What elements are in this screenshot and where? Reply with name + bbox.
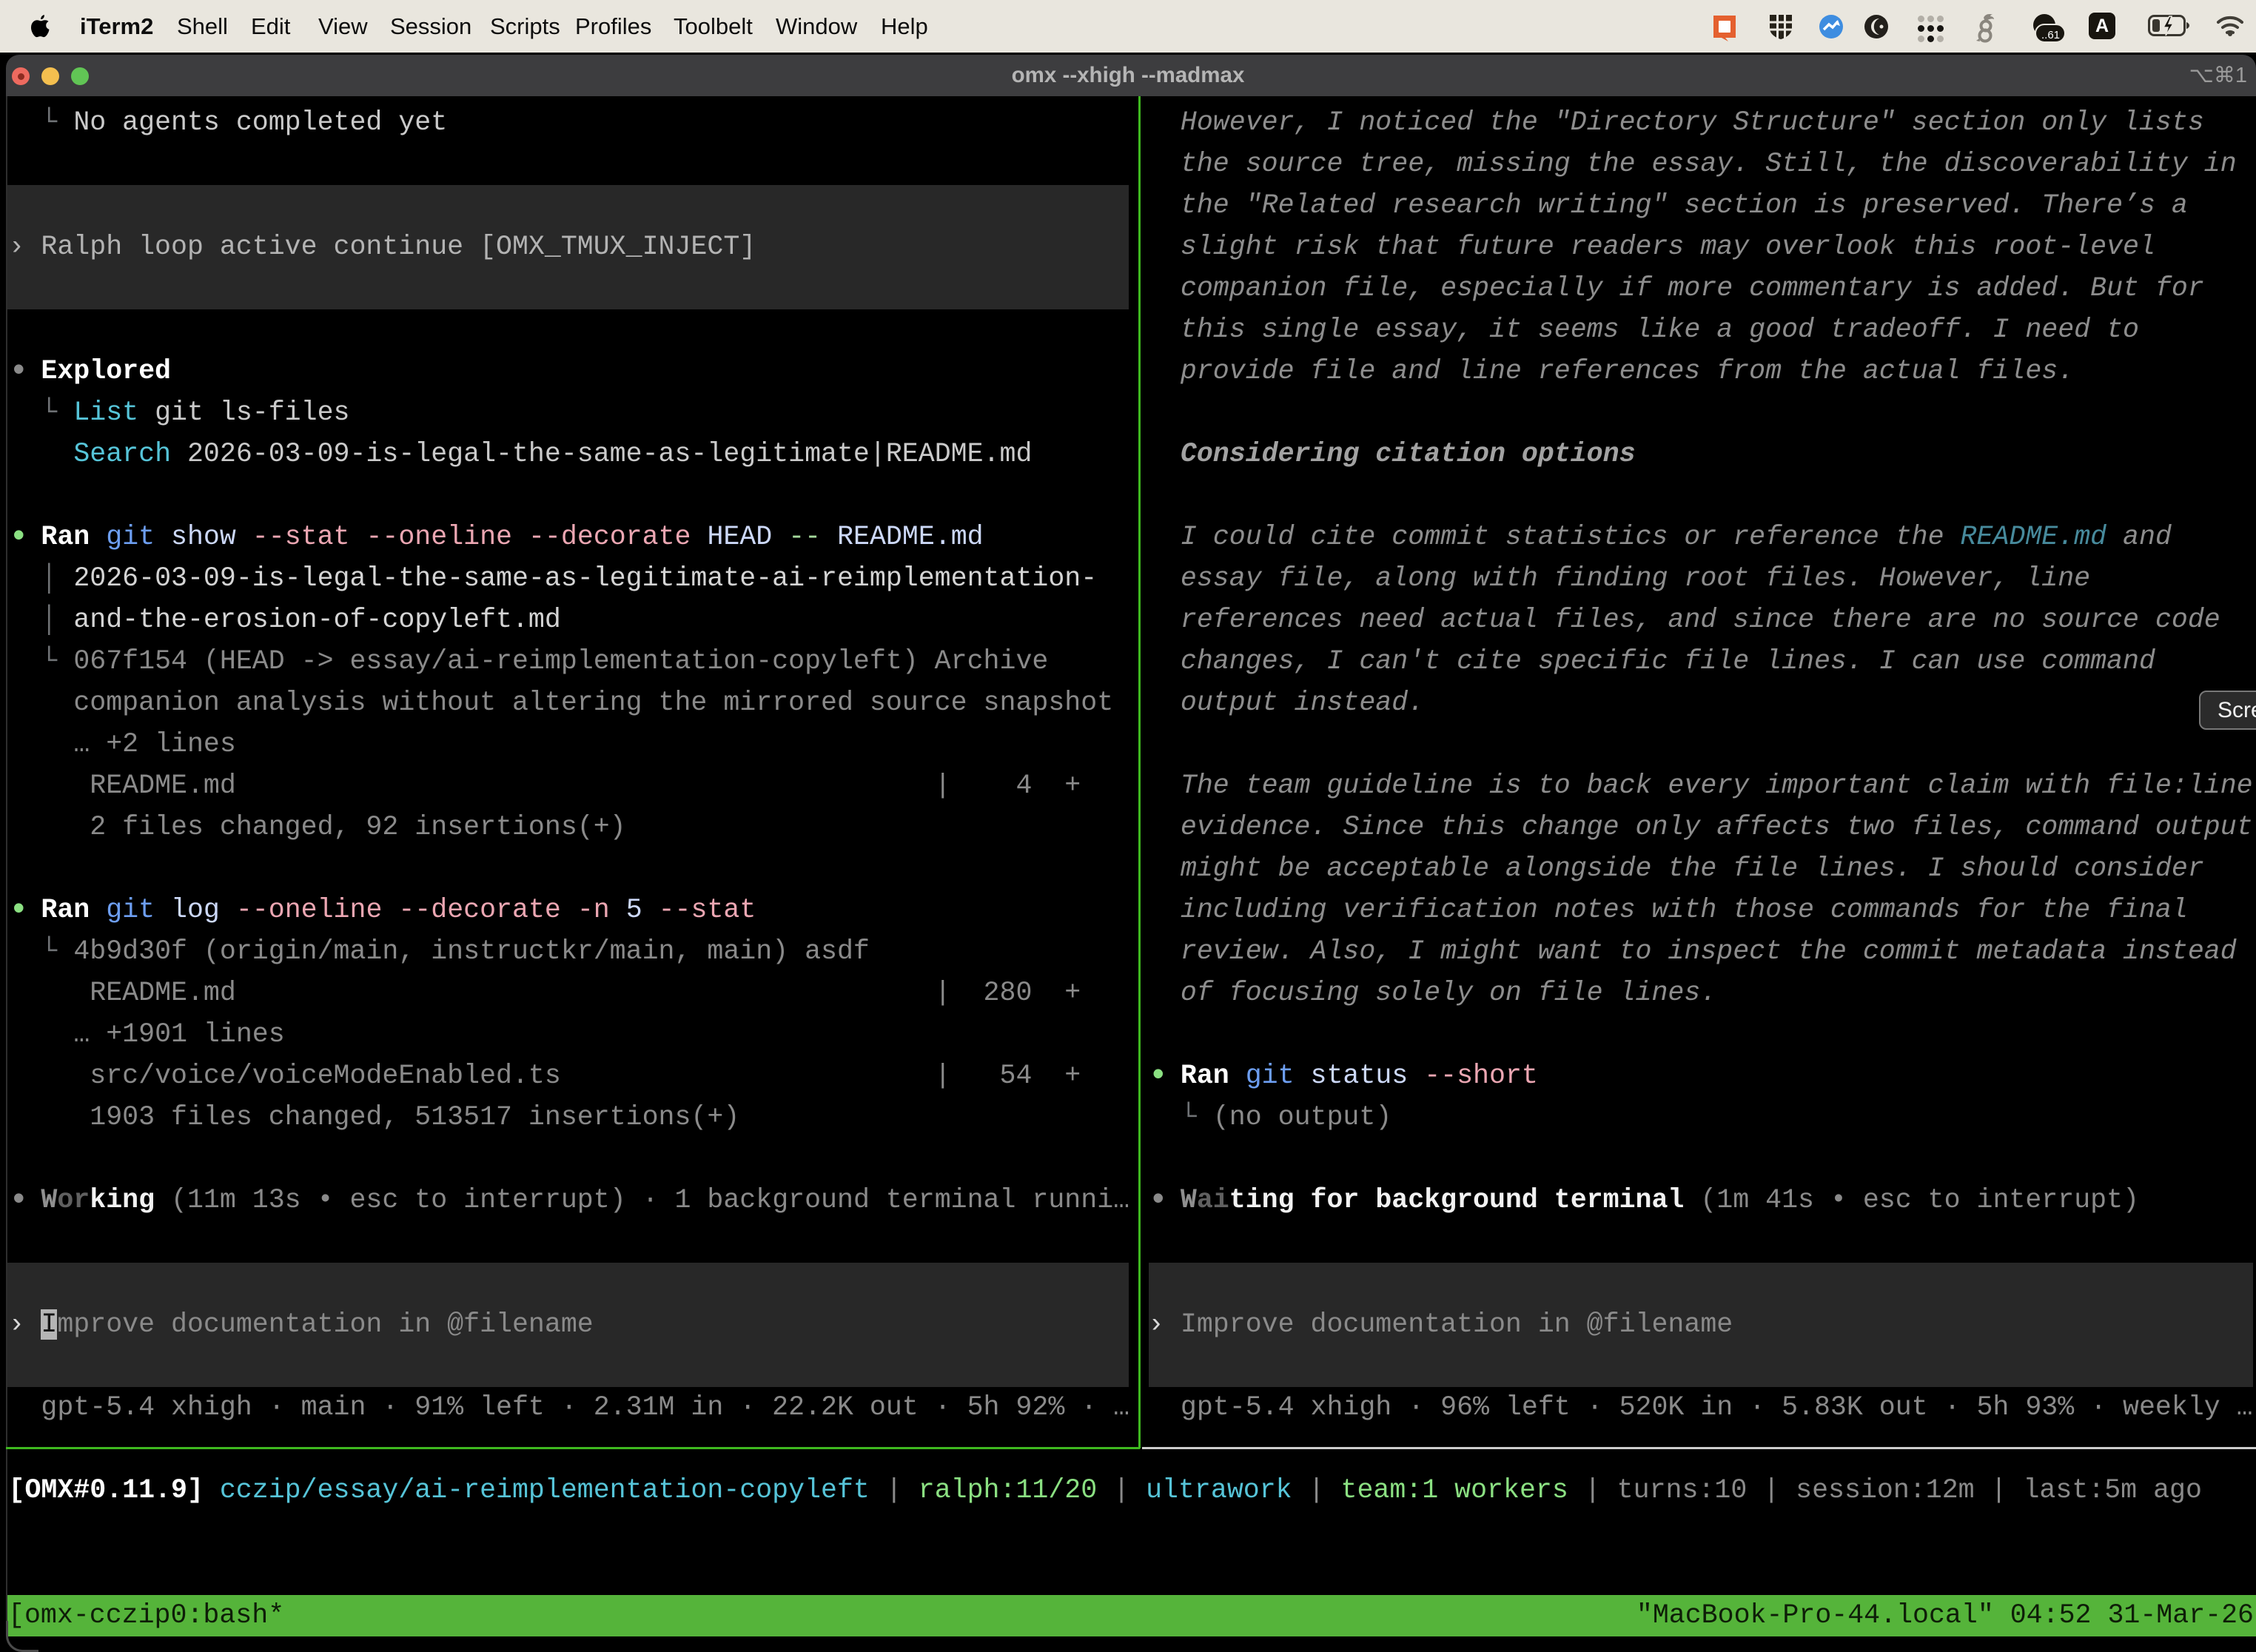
svg-text:..61: ..61 [2041, 29, 2060, 41]
